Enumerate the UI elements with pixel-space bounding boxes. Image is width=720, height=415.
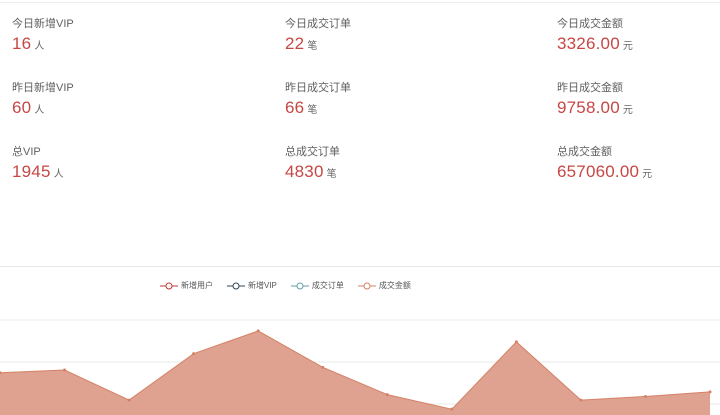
stat-label: 总成交订单 — [285, 146, 340, 158]
legend-line-marker-icon — [357, 282, 376, 289]
legend-item-new-users[interactable]: 新增用户 — [160, 280, 213, 291]
section-divider — [0, 266, 720, 267]
legend-marker-dot — [363, 282, 371, 289]
data-point — [514, 340, 518, 344]
stat-value: 66 — [285, 98, 305, 117]
data-point — [579, 398, 583, 402]
legend-item-amount[interactable]: 成交金额 — [357, 280, 411, 291]
stat-unit: 笔 — [307, 41, 318, 52]
stat-label: 总VIP — [12, 146, 41, 158]
stat-label: 今日成交订单 — [285, 18, 351, 30]
stat-value: 1945 — [12, 162, 51, 181]
data-point — [450, 407, 454, 411]
legend-label: 新增VIP — [248, 281, 277, 290]
stat-unit: 元 — [622, 41, 633, 52]
area-chart — [0, 319, 720, 415]
data-point — [63, 368, 67, 372]
stat-unit: 笔 — [326, 169, 337, 180]
stat-label: 总成交金额 — [557, 146, 612, 158]
data-point — [708, 390, 712, 394]
stat-value: 60 — [12, 98, 32, 117]
series-area — [0, 330, 710, 415]
data-point — [127, 398, 131, 402]
stat-today-orders: 今日成交订单 22 笔 — [285, 17, 485, 54]
stat-yesterday-orders: 昨日成交订单 66 笔 — [285, 81, 485, 118]
legend-line-marker-icon — [290, 282, 309, 289]
stat-value: 9758.00 — [557, 98, 620, 117]
stat-unit: 笔 — [307, 105, 318, 116]
legend-item-orders[interactable]: 成交订单 — [290, 280, 344, 291]
stat-label: 昨日新增VIP — [12, 82, 74, 94]
legend-marker-dot — [165, 282, 173, 289]
stat-value: 16 — [12, 34, 32, 53]
stat-total-amount: 总成交金额 657060.00 元 — [557, 145, 720, 182]
stat-unit: 人 — [34, 41, 45, 52]
stat-label: 今日新增VIP — [12, 18, 74, 30]
stat-total-orders: 总成交订单 4830 笔 — [285, 145, 485, 182]
legend-item-new-vip[interactable]: 新增VIP — [227, 280, 277, 291]
stat-value: 657060.00 — [557, 162, 640, 181]
legend-label: 成交订单 — [311, 281, 344, 290]
stat-yesterday-amount: 昨日成交金额 9758.00 元 — [557, 81, 720, 118]
data-point — [256, 329, 260, 333]
stat-unit: 元 — [642, 169, 653, 180]
stat-today-new-vip: 今日新增VIP 16 人 — [12, 17, 212, 54]
chart-legend: 新增用户 新增VIP 成交订单 成交金额 — [160, 280, 411, 291]
stat-unit: 人 — [34, 105, 45, 116]
stat-unit: 元 — [622, 105, 633, 116]
data-point — [321, 365, 325, 369]
stat-yesterday-new-vip: 昨日新增VIP 60 人 — [12, 81, 212, 118]
stat-label: 昨日成交金额 — [557, 82, 623, 94]
legend-label: 新增用户 — [181, 281, 213, 290]
data-point — [385, 393, 389, 397]
stat-value: 22 — [285, 34, 305, 53]
stat-label: 今日成交金额 — [557, 18, 623, 30]
stat-label: 昨日成交订单 — [285, 82, 351, 94]
stat-total-vip: 总VIP 1945 人 — [12, 145, 212, 182]
stat-unit: 人 — [53, 169, 64, 180]
legend-line-marker-icon — [160, 282, 178, 289]
stat-today-amount: 今日成交金额 3326.00 元 — [557, 17, 720, 54]
stats-panel: 今日新增VIP 16 人 今日成交订单 22 笔 今日成交金额 3326.00 元 昨… — [0, 0, 720, 265]
legend-line-marker-icon — [227, 282, 245, 289]
legend-marker-dot — [296, 282, 304, 289]
data-point — [643, 394, 647, 398]
legend-label: 成交金额 — [378, 281, 411, 290]
stat-value: 4830 — [285, 162, 324, 181]
data-point — [192, 352, 196, 356]
stat-value: 3326.00 — [557, 34, 620, 53]
legend-marker-dot — [232, 282, 240, 289]
